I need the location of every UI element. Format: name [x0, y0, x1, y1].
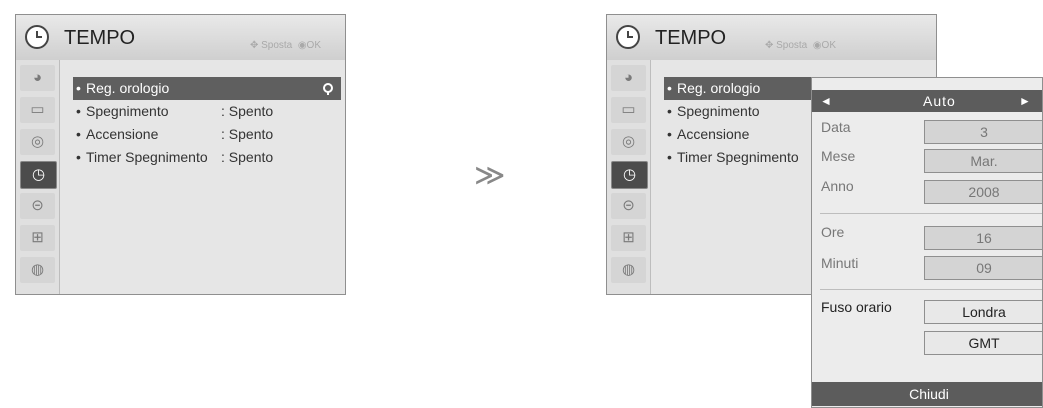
- menu-item-label: Spegnimento: [677, 103, 760, 119]
- directional-pad-icon: ✥: [249, 40, 259, 51]
- date-field[interactable]: 3: [924, 120, 1042, 144]
- time-menu-left: TEMPO ✥ Sposta ◉OK ◕ ▭ ◎ ◷ ⊝ ⊞ ◍ • Reg. o…: [15, 14, 346, 295]
- menu-list: • Reg. orologio • Spegnimento : Spento • Ac…: [73, 77, 341, 169]
- timezone-gmt-field[interactable]: GMT: [924, 331, 1042, 355]
- year-field[interactable]: 2008: [924, 180, 1042, 204]
- menu-sidebar: ◕ ▭ ◎ ◷ ⊝ ⊞ ◍: [607, 60, 651, 294]
- ok-button-icon: ◉: [297, 40, 307, 51]
- menu-header: TEMPO ✥ Sposta ◉OK: [607, 15, 936, 60]
- divider: [820, 289, 1042, 290]
- pointer-icon: [323, 83, 333, 95]
- audio-icon[interactable]: ◎: [611, 129, 646, 155]
- move-hint-label: Sposta: [776, 40, 808, 51]
- directional-pad-icon: ✥: [764, 40, 774, 51]
- mode-selector[interactable]: ◄ Auto ►: [812, 90, 1042, 112]
- year-label: Anno: [821, 178, 854, 194]
- setup-icon[interactable]: ⊞: [611, 225, 646, 251]
- move-hint-label: Sposta: [261, 40, 293, 51]
- menu-item-label: Spegnimento: [86, 103, 169, 119]
- step-arrow: ≫: [474, 159, 506, 192]
- hour-field[interactable]: 16: [924, 226, 1042, 250]
- minute-field[interactable]: 09: [924, 256, 1042, 280]
- menu-title: TEMPO: [655, 27, 727, 49]
- menu-item-on-time[interactable]: • Accensione : Spento: [73, 123, 341, 146]
- menu-title: TEMPO: [64, 27, 136, 49]
- lock-icon[interactable]: ⊝: [611, 193, 646, 219]
- hour-label: Ore: [821, 224, 845, 240]
- picture-icon[interactable]: ◕: [20, 65, 55, 91]
- mode-value: Auto: [923, 93, 956, 109]
- screen-icon[interactable]: ▭: [611, 97, 646, 123]
- picture-icon[interactable]: ◕: [611, 65, 646, 91]
- menu-item-label: Reg. orologio: [86, 80, 170, 96]
- month-label: Mese: [821, 148, 856, 164]
- timezone-city-field[interactable]: Londra: [924, 300, 1042, 324]
- clock-icon[interactable]: ◷: [611, 161, 648, 189]
- left-arrow-icon[interactable]: ◄: [820, 90, 832, 112]
- close-button[interactable]: Chiudi: [812, 382, 1042, 406]
- month-field[interactable]: Mar.: [924, 149, 1042, 173]
- navigation-hint: ✥ Sposta ◉OK: [765, 40, 836, 51]
- menu-item-off-time[interactable]: • Spegnimento : Spento: [73, 100, 341, 123]
- clock-icon: [25, 25, 49, 49]
- clock-icon: [616, 25, 640, 49]
- menu-item-value: : Spento: [221, 126, 274, 142]
- navigation-hint: ✥ Sposta ◉OK: [250, 40, 321, 51]
- audio-icon[interactable]: ◎: [20, 129, 55, 155]
- menu-header: TEMPO ✥ Sposta ◉OK: [16, 15, 345, 60]
- menu-item-label: Reg. orologio: [677, 80, 761, 96]
- usb-icon[interactable]: ◍: [611, 257, 646, 283]
- menu-item-label: Accensione: [86, 126, 159, 142]
- menu-item-clock-setting[interactable]: • Reg. orologio: [73, 77, 341, 100]
- clock-icon[interactable]: ◷: [20, 161, 57, 189]
- ok-hint-label: OK: [821, 40, 836, 51]
- right-arrow-icon[interactable]: ►: [1019, 90, 1031, 112]
- menu-item-label: Timer Spegnimento: [677, 149, 799, 165]
- timezone-label: Fuso orario: [821, 299, 892, 315]
- menu-item-value: : Spento: [221, 103, 274, 119]
- setup-icon[interactable]: ⊞: [20, 225, 55, 251]
- minute-label: Minuti: [821, 255, 859, 271]
- divider: [820, 213, 1042, 214]
- date-label: Data: [821, 119, 851, 135]
- screen-icon[interactable]: ▭: [20, 97, 55, 123]
- ok-button-icon: ◉: [812, 40, 822, 51]
- ok-hint-label: OK: [306, 40, 321, 51]
- usb-icon[interactable]: ◍: [20, 257, 55, 283]
- menu-sidebar: ◕ ▭ ◎ ◷ ⊝ ⊞ ◍: [16, 60, 60, 294]
- menu-item-label: Timer Spegnimento: [86, 149, 208, 165]
- lock-icon[interactable]: ⊝: [20, 193, 55, 219]
- menu-item-sleep-timer[interactable]: • Timer Spegnimento : Spento: [73, 146, 341, 169]
- menu-item-label: Accensione: [677, 126, 750, 142]
- clock-setting-popup: ◄ Auto ► Data 3 Mese Mar. Anno 2008 Ore …: [811, 77, 1043, 408]
- menu-item-value: : Spento: [221, 149, 274, 165]
